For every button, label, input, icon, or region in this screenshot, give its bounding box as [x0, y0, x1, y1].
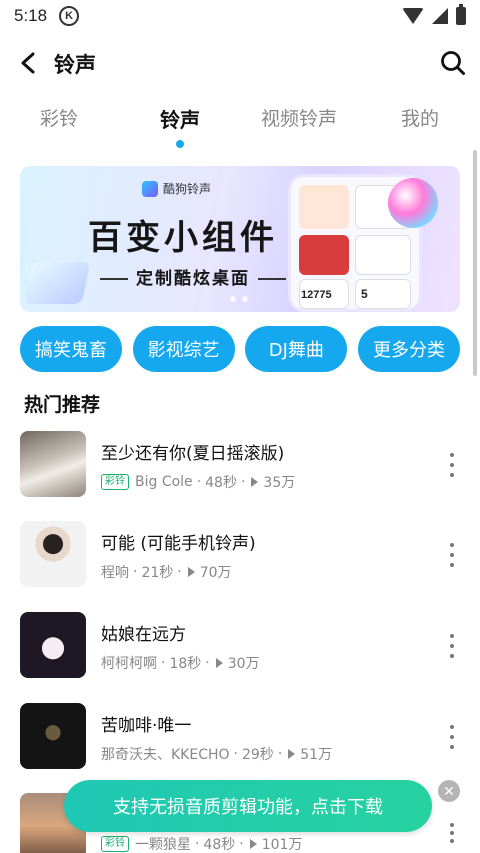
list-item[interactable]: 苦咖啡·唯一 那奇沃夫、KKECHO · 29秒 · 51万 [0, 703, 480, 779]
song-title: 姑娘在远方 [101, 625, 186, 645]
song-cover [20, 431, 86, 497]
song-meta: 彩铃 Big Cole · 48秒 · 35万 [101, 472, 295, 492]
song-meta: 那奇沃夫、KKECHO · 29秒 · 51万 [101, 746, 333, 763]
category-film-tv[interactable]: 影视综艺 [132, 326, 235, 372]
banner-pagination [230, 296, 248, 302]
tab-mine[interactable]: 我的 [401, 104, 439, 131]
more-options-icon[interactable] [450, 543, 456, 567]
widget-clock [299, 235, 349, 275]
song-plays: 30万 [227, 656, 260, 672]
song-cover [20, 703, 86, 769]
song-duration: 21秒 [141, 565, 174, 581]
battery-icon [456, 4, 466, 25]
song-meta: 程响 · 21秒 · 70万 [101, 564, 232, 581]
wifi-icon [402, 8, 424, 24]
widget-counter-number: 5 [361, 287, 368, 301]
song-artist: 柯柯柯啊 [101, 656, 157, 672]
page-title: 铃声 [54, 53, 96, 77]
play-count-icon [215, 658, 223, 668]
banner-decoration-cube [23, 262, 91, 304]
song-title: 至少还有你(夏日摇滚版) [101, 444, 285, 464]
song-cover [20, 521, 86, 587]
song-cover [20, 612, 86, 678]
song-duration: 48秒 [203, 837, 236, 853]
song-title: 苦咖啡·唯一 [101, 716, 192, 736]
scrollbar[interactable] [473, 150, 477, 376]
more-options-icon[interactable] [450, 453, 456, 477]
category-buttons: 搞笑鬼畜 影视综艺 DJ舞曲 更多分类 [20, 326, 460, 372]
play-count-icon [249, 839, 257, 849]
song-artist: 程响 [101, 565, 129, 581]
status-time: 5:18 [14, 6, 48, 25]
song-duration: 29秒 [241, 747, 274, 763]
song-meta: 彩铃 一颗狼星 · 48秒 · 101万 [101, 834, 302, 853]
promo-banner[interactable]: 酷狗铃声 百变小组件 定制酷炫桌面 12775 5 [20, 166, 460, 312]
banner-decoration-blob [388, 178, 438, 228]
banner-logo: 酷狗铃声 [142, 180, 211, 197]
signal-icon [432, 8, 448, 24]
song-title: 可能 (可能手机铃声) [101, 534, 256, 554]
song-plays: 70万 [199, 565, 232, 581]
banner-title: 百变小组件 [88, 218, 278, 258]
more-options-icon[interactable] [450, 725, 456, 749]
banner-subtitle: 定制酷炫桌面 [92, 264, 294, 289]
banner-logo-text: 酷狗铃声 [163, 182, 212, 196]
tab-color-ring[interactable]: 彩铃 [40, 104, 78, 131]
close-icon[interactable]: ✕ [438, 780, 460, 802]
song-tag: 彩铃 [101, 474, 129, 490]
list-item[interactable]: 至少还有你(夏日摇滚版) 彩铃 Big Cole · 48秒 · 35万 [0, 431, 480, 507]
song-artist: 那奇沃夫、KKECHO [101, 747, 230, 763]
section-title-hot: 热门推荐 [24, 394, 101, 416]
more-options-icon[interactable] [450, 823, 456, 843]
widget-steps-number: 12775 [301, 289, 332, 301]
kugou-logo-icon [142, 180, 158, 197]
top-app-bar: 铃声 [0, 40, 480, 86]
song-artist: Big Cole [135, 474, 193, 490]
list-item[interactable]: 姑娘在远方 柯柯柯啊 · 18秒 · 30万 [0, 612, 480, 688]
app-notification-icon: K [59, 6, 80, 26]
song-duration: 48秒 [205, 475, 237, 491]
tab-ringtone[interactable]: 铃声 [160, 104, 200, 133]
category-dj-dance[interactable]: DJ舞曲 [245, 326, 348, 372]
category-funny[interactable]: 搞笑鬼畜 [20, 326, 122, 372]
list-item[interactable]: 可能 (可能手机铃声) 程响 · 21秒 · 70万 [0, 521, 480, 597]
active-tab-indicator [176, 140, 184, 148]
widget-avatar-illustration [355, 235, 411, 275]
song-plays: 35万 [263, 475, 296, 491]
song-plays: 51万 [300, 747, 333, 763]
play-count-icon [187, 567, 195, 577]
widget-cat-illustration [299, 185, 349, 229]
category-more[interactable]: 更多分类 [357, 326, 460, 372]
song-plays: 101万 [261, 837, 303, 853]
tab-video-ringtone[interactable]: 视频铃声 [261, 104, 337, 131]
download-promo-toast[interactable]: 支持无损音质剪辑功能，点击下载 [64, 780, 432, 832]
status-bar: 5:18 K [0, 0, 480, 32]
search-icon[interactable] [440, 50, 466, 76]
song-artist: 一颗狼星 [135, 837, 191, 853]
back-arrow-icon[interactable] [18, 52, 40, 74]
song-duration: 18秒 [169, 656, 202, 672]
play-count-icon [251, 477, 259, 487]
tab-bar: 彩铃 铃声 视频铃声 我的 [0, 104, 480, 152]
more-options-icon[interactable] [450, 634, 456, 658]
song-tag: 彩铃 [101, 836, 129, 852]
play-count-icon [288, 749, 296, 759]
song-meta: 柯柯柯啊 · 18秒 · 30万 [101, 655, 260, 672]
